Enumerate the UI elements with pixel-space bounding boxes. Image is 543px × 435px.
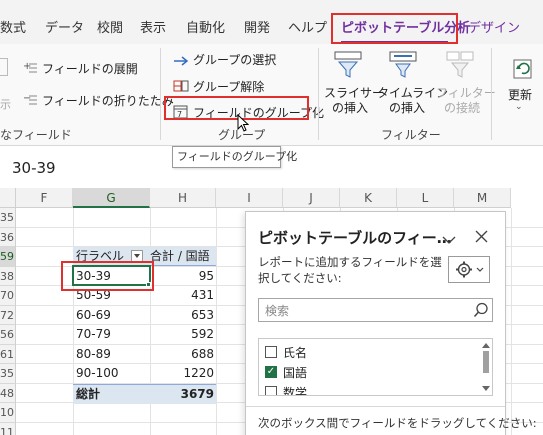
row-header[interactable]: 36 (0, 227, 16, 247)
ungroup-icon (173, 78, 189, 97)
tab-highlight-box (331, 13, 458, 44)
select-all-corner[interactable] (0, 188, 16, 208)
row-header[interactable]: 35 (0, 364, 16, 384)
tab-review[interactable]: 校閲 (97, 0, 123, 44)
chevron-down-icon[interactable]: ⌄ (515, 102, 523, 112)
pane-title: ピボットテーブルのフィー… (258, 229, 452, 247)
arrow-right-icon (173, 52, 189, 71)
pivot-row-value[interactable]: 1220 (150, 364, 214, 383)
collapse-field-button[interactable]: フィールドの折りたたみ (42, 92, 174, 109)
ribbon-separator (491, 48, 492, 140)
ribbon-tab-bar: 数式 データ 校閲 表示 自動化 開発 ヘルプ ピボットテーブル分析 デザイン (0, 0, 543, 44)
formula-bar-value[interactable]: 30-39 (12, 159, 56, 177)
collapse-field-icon: − (23, 91, 37, 110)
close-icon[interactable] (475, 228, 488, 247)
pivot-row-label[interactable]: 80-89 (76, 345, 111, 364)
column-header-h[interactable]: H (150, 188, 216, 208)
excel-window: 数式 データ 校閲 表示 自動化 開発 ヘルプ ピボットテーブル分析 デザイン … (0, 0, 543, 435)
pivot-row-label[interactable]: 90-100 (76, 364, 119, 383)
tab-view[interactable]: 表示 (140, 0, 166, 44)
field-checkbox-shimei[interactable] (265, 346, 277, 358)
tab-design[interactable]: デザイン (468, 0, 520, 44)
pivot-value-header[interactable]: 合計 / 国語 (150, 247, 210, 266)
column-header-i[interactable]: I (216, 188, 283, 208)
column-header-k[interactable]: K (340, 188, 397, 208)
active-field-group-label: なフィールド (0, 128, 72, 142)
expand-field-button[interactable]: フィールドの展開 (42, 60, 138, 77)
field-checkbox-kokugo[interactable]: ✓ (265, 366, 277, 378)
row-header[interactable]: 48 (0, 383, 16, 403)
row-header[interactable]: 59 (0, 247, 16, 267)
field-list: 氏名 ✓ 国語 数学 (258, 338, 493, 396)
field-search-placeholder: 検索 (265, 304, 290, 318)
ribbon-separator (318, 48, 319, 140)
ribbon-separator (160, 48, 161, 140)
tab-help[interactable]: ヘルプ (288, 0, 327, 44)
refresh-button[interactable]: 更新 (508, 86, 532, 103)
column-header-f[interactable]: F (16, 188, 73, 208)
field-checkbox-sugaku[interactable] (265, 386, 277, 395)
pivot-row-value[interactable]: 95 (150, 267, 214, 286)
pivot-total-value[interactable]: 3679 (150, 385, 214, 404)
pivot-row-value[interactable]: 592 (150, 325, 214, 344)
field-label-sugaku[interactable]: 数学 (283, 384, 307, 395)
pivot-row-value[interactable]: 688 (150, 345, 214, 364)
slicer-icon (333, 50, 363, 84)
pane-footer-text: 次のボックス間でフィールドをドラッグしてください: (258, 416, 537, 430)
tab-developer[interactable]: 開発 (244, 0, 270, 44)
row-header[interactable]: 70 (0, 286, 16, 306)
timeline-icon (388, 50, 418, 84)
row-header[interactable]: 56 (0, 325, 16, 345)
insert-timeline-button-line2[interactable]: の挿入 (389, 99, 425, 116)
pivot-total-label[interactable]: 総計 (76, 385, 100, 404)
ungroup-button[interactable]: グループ解除 (193, 78, 264, 95)
tools-button[interactable] (448, 256, 490, 283)
gridline (511, 208, 512, 435)
search-icon[interactable] (473, 302, 489, 322)
group-group-label: グループ (218, 128, 266, 142)
row-header[interactable]: 11 (0, 422, 16, 435)
svg-text:−: − (23, 93, 31, 104)
column-header-m[interactable]: M (454, 188, 511, 208)
refresh-icon (510, 54, 536, 86)
field-list-scrollbar[interactable] (481, 341, 491, 393)
cell-highlight-box (61, 261, 154, 291)
ribbon-body: 示 + フィールドの展開 − フィールドの折りたたみ なフィールド グループの選… (0, 44, 543, 146)
svg-text:+: + (23, 61, 31, 72)
field-label-shimei[interactable]: 氏名 (283, 344, 307, 361)
pivot-row-label[interactable]: 60-69 (76, 306, 111, 325)
tab-automate[interactable]: 自動化 (186, 0, 225, 44)
row-header[interactable]: 10 (0, 403, 16, 423)
row-header[interactable]: 61 (0, 344, 16, 364)
pane-options-chevron-icon[interactable] (442, 230, 456, 249)
column-header-l[interactable]: L (397, 188, 454, 208)
field-settings-label: 示 (0, 98, 11, 111)
gridline (216, 208, 217, 435)
group-selection-button[interactable]: グループの選択 (193, 51, 276, 68)
tooltip: フィールドのグループ化 (172, 146, 297, 168)
pane-divider (246, 406, 505, 407)
filter-connections-button-line2[interactable]: の接続 (444, 99, 480, 116)
filter-connections-icon (445, 50, 475, 84)
row-header[interactable]: 38 (0, 266, 16, 286)
field-search-box[interactable]: 検索 (258, 298, 493, 322)
filter-group-label: フィルター (381, 128, 441, 142)
tab-data[interactable]: データ (45, 0, 84, 44)
column-header-j[interactable]: J (283, 188, 340, 208)
pivot-row-value[interactable]: 653 (150, 306, 214, 325)
pivot-row-value[interactable]: 431 (150, 286, 214, 305)
insert-slicer-button-line2[interactable]: の挿入 (332, 99, 368, 116)
pivot-row-label[interactable]: 70-79 (76, 325, 111, 344)
expand-field-icon: + (23, 59, 37, 78)
row-header[interactable]: 35 (0, 208, 16, 228)
pivottable-fields-pane: ピボットテーブルのフィー… レポートに追加するフィールドを選択してください: 検… (245, 211, 537, 435)
pane-subtitle: レポートに追加するフィールドを選択してください: (258, 255, 442, 285)
row-header[interactable]: 72 (0, 305, 16, 325)
field-label-kokugo[interactable]: 国語 (283, 364, 307, 381)
column-header-g[interactable]: G (73, 188, 150, 208)
field-settings-icon[interactable] (0, 58, 8, 76)
tab-formulas[interactable]: 数式 (0, 0, 26, 44)
